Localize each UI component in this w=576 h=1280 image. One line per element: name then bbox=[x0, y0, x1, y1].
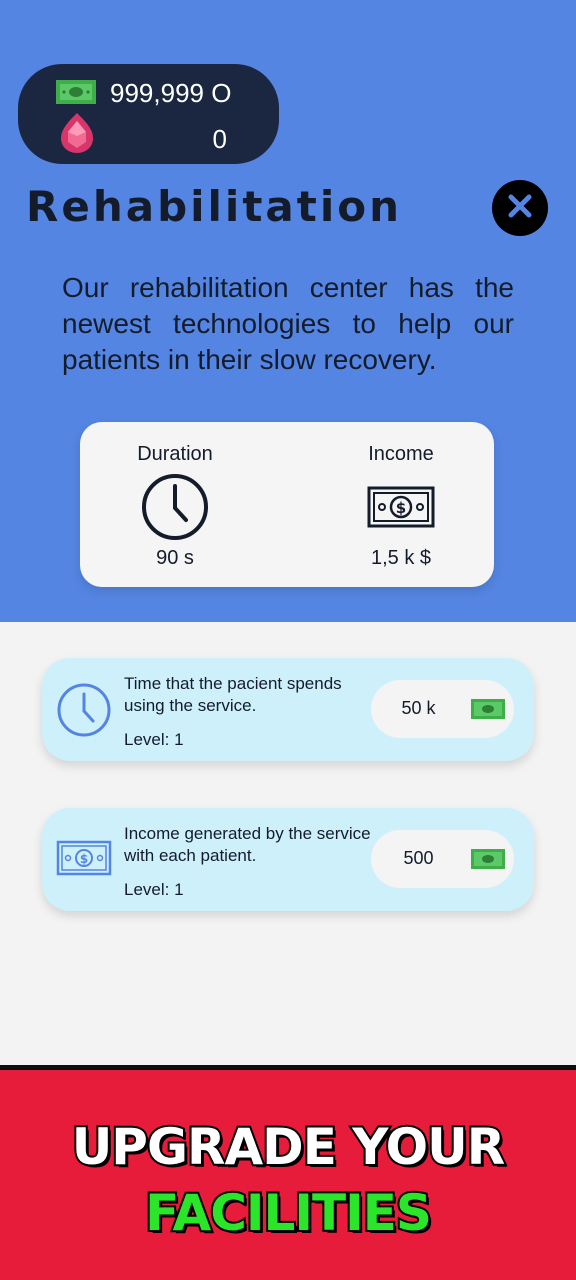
facility-description: Our rehabilitation center has the newest… bbox=[62, 272, 514, 375]
upgrade-income-card: $ Income generated by the service with e… bbox=[42, 808, 534, 911]
upgrade-income-button[interactable]: 500 bbox=[371, 830, 514, 888]
cash-icon bbox=[56, 80, 96, 109]
banknote-icon: $ bbox=[56, 840, 112, 881]
clock-icon bbox=[140, 472, 210, 547]
promo-banner: UPGRADE YOUR FACILITIES bbox=[0, 1065, 576, 1280]
gem-icon bbox=[60, 112, 94, 159]
duration-value: 90 s bbox=[156, 547, 194, 569]
svg-text:$: $ bbox=[80, 852, 88, 866]
income-stat: Income $ 1,5 k $ bbox=[306, 422, 496, 587]
income-value: 1,5 k $ bbox=[370, 547, 432, 569]
upgrade-duration-card: Time that the pacient spends using the s… bbox=[42, 658, 534, 761]
page-title: Rehabilitation bbox=[26, 182, 402, 231]
stats-panel: Duration 90 s Income $ 1,5 k $ bbox=[80, 422, 494, 587]
cash-icon bbox=[471, 699, 505, 724]
wallet-panel: 999,999 O 0 bbox=[18, 64, 279, 164]
money-balance: 999,999 O bbox=[110, 78, 232, 108]
upgrade-description: Income generated by the service with eac… bbox=[124, 824, 371, 865]
upgrade-level: Level: 1 bbox=[124, 880, 184, 899]
facility-header: 999,999 O 0 Rehabilitation Our rehabilit… bbox=[0, 0, 576, 622]
banner-line-2: FACILITIES bbox=[143, 1182, 434, 1244]
banner-line-1: UPGRADE YOUR bbox=[70, 1116, 508, 1178]
close-button[interactable] bbox=[492, 180, 548, 236]
svg-text:$: $ bbox=[396, 499, 406, 517]
duration-label: Duration bbox=[137, 443, 213, 465]
gem-balance: 0 bbox=[212, 124, 227, 154]
upgrade-duration-button[interactable]: 50 k bbox=[371, 680, 514, 738]
duration-stat: Duration 90 s bbox=[80, 422, 270, 587]
upgrade-price: 500 bbox=[403, 848, 434, 868]
upgrade-price: 50 k bbox=[401, 698, 436, 718]
upgrade-level: Level: 1 bbox=[124, 730, 184, 749]
clock-icon bbox=[56, 682, 112, 743]
income-label: Income bbox=[368, 443, 434, 465]
cash-icon bbox=[471, 849, 505, 874]
upgrade-description: Time that the pacient spends using the s… bbox=[124, 674, 342, 715]
close-icon bbox=[507, 193, 533, 224]
banknote-icon: $ bbox=[367, 486, 435, 533]
